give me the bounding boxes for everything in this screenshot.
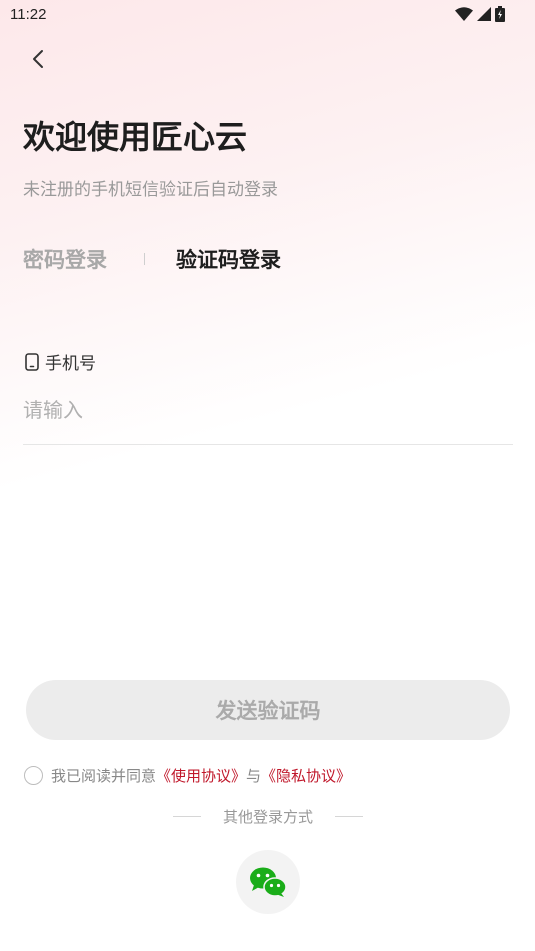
page-title: 欢迎使用匠心云	[23, 118, 248, 156]
signal-icon	[477, 7, 491, 21]
input-underline	[23, 444, 513, 445]
status-time: 11:22	[10, 6, 47, 23]
battery-icon	[495, 6, 505, 22]
agreement-conjunction: 与	[246, 767, 262, 785]
back-button[interactable]	[26, 46, 52, 72]
chevron-left-icon	[33, 50, 43, 68]
phone-label: 手机号	[45, 354, 96, 374]
agreement-checkbox[interactable]	[24, 766, 43, 785]
divider-line-left	[173, 816, 201, 817]
other-login-divider: 其他登录方式	[173, 806, 363, 827]
wifi-icon	[455, 6, 473, 21]
send-code-button[interactable]: 发送验证码	[26, 680, 510, 740]
wechat-icon	[250, 867, 287, 897]
status-icons	[455, 6, 505, 22]
terms-link[interactable]: 《使用协议》	[156, 765, 246, 786]
tab-password-login[interactable]: 密码登录	[23, 244, 107, 274]
tab-divider	[144, 253, 145, 265]
other-login-label: 其他登录方式	[222, 808, 313, 826]
status-bar: 11:22	[0, 0, 535, 30]
phone-label-row: 手机号	[25, 349, 96, 374]
agreement-prefix: 我已阅读并同意	[51, 767, 157, 785]
agreement-row: 我已阅读并同意 《使用协议》 与 《隐私协议》	[24, 765, 351, 786]
wechat-login-button[interactable]	[236, 850, 300, 914]
page-subtitle: 未注册的手机短信验证后自动登录	[23, 180, 278, 200]
phone-input[interactable]	[23, 390, 513, 430]
phone-icon	[25, 352, 39, 371]
divider-line-right	[334, 816, 363, 817]
privacy-link[interactable]: 《隐私协议》	[261, 765, 351, 786]
tab-code-login[interactable]: 验证码登录	[176, 244, 281, 274]
login-tabs: 密码登录 验证码登录	[23, 244, 323, 276]
